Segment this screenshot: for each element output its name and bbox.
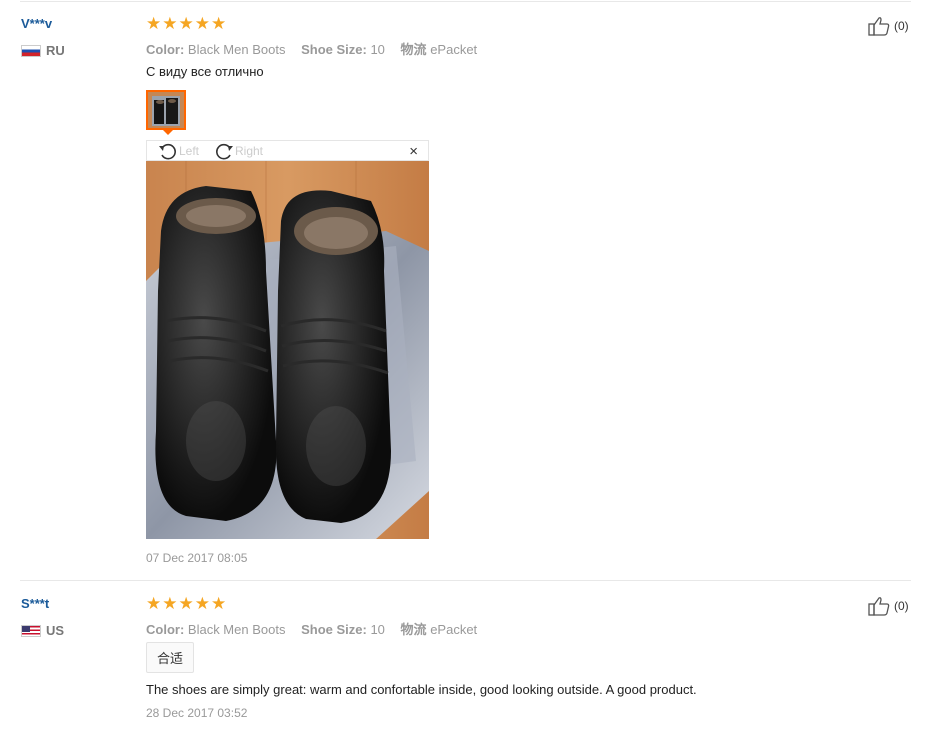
rotate-left-label: Left (179, 144, 200, 158)
star-icon: ★ (162, 594, 178, 613)
top-divider (20, 1, 911, 2)
thumbs-up-icon (868, 597, 890, 616)
star-icon: ★ (146, 594, 162, 613)
size-label: Shoe Size: (301, 42, 367, 57)
color-label: Color: (146, 622, 185, 637)
order-info: Color: Black Men Boots Shoe Size: 10 物流 … (146, 39, 477, 58)
reviewer-name[interactable]: S***t (21, 596, 49, 611)
review-date: 07 Dec 2017 08:05 (146, 551, 248, 565)
review-text: The shoes are simply great: warm and con… (146, 682, 697, 697)
flag-icon (21, 44, 41, 57)
star-icon: ★ (162, 14, 178, 33)
review-date: 28 Dec 2017 03:52 (146, 706, 248, 720)
color-value: Black Men Boots (187, 622, 286, 637)
star-icon: ★ (194, 14, 210, 33)
review-text: С виду все отлично (146, 64, 264, 79)
star-icon: ★ (146, 14, 162, 33)
helpful-button[interactable]: (0) (868, 596, 909, 616)
rotate-right-label: Right (235, 144, 264, 158)
rotate-left-button[interactable]: Left (157, 142, 199, 160)
size-label: Shoe Size: (301, 622, 367, 637)
star-rating: ★ ★ ★ ★ ★ (146, 15, 226, 32)
helpful-count: (0) (894, 19, 909, 33)
shipping-label: 物流 (400, 42, 427, 57)
thumbs-up-icon (868, 17, 890, 36)
color-label: Color: (146, 42, 185, 57)
review-divider (20, 580, 911, 581)
shipping-value: ePacket (430, 42, 478, 57)
reviewer-name[interactable]: V***v (21, 16, 52, 31)
star-icon: ★ (178, 14, 194, 33)
country-code: US (46, 623, 65, 638)
shipping-label: 物流 (400, 622, 427, 637)
size-value: 10 (370, 42, 385, 57)
rotate-left-icon (159, 143, 176, 160)
helpful-count: (0) (894, 599, 909, 613)
star-rating: ★ ★ ★ ★ ★ (146, 595, 226, 612)
color-value: Black Men Boots (187, 42, 286, 57)
reviewer-country: US (21, 623, 64, 638)
country-code: RU (46, 43, 65, 58)
review-photo-thumbnail[interactable] (146, 90, 186, 130)
star-icon: ★ (194, 594, 210, 613)
star-icon: ★ (211, 14, 227, 33)
reviewer-country: RU (21, 43, 65, 58)
shipping-value: ePacket (430, 622, 478, 637)
rotate-right-icon (216, 143, 233, 160)
rotate-right-button[interactable]: Right (213, 142, 263, 160)
size-value: 10 (370, 622, 385, 637)
photo-viewer-toolbar: Left Right × (146, 140, 429, 161)
flag-icon (21, 624, 41, 637)
star-icon: ★ (178, 594, 194, 613)
review-tag: 合适 (146, 642, 195, 673)
helpful-button[interactable]: (0) (868, 16, 909, 36)
close-icon[interactable]: × (409, 143, 418, 160)
star-icon: ★ (211, 594, 227, 613)
order-info: Color: Black Men Boots Shoe Size: 10 物流 … (146, 619, 477, 638)
review-photo (146, 161, 429, 539)
thumbnail-pointer (162, 129, 174, 135)
